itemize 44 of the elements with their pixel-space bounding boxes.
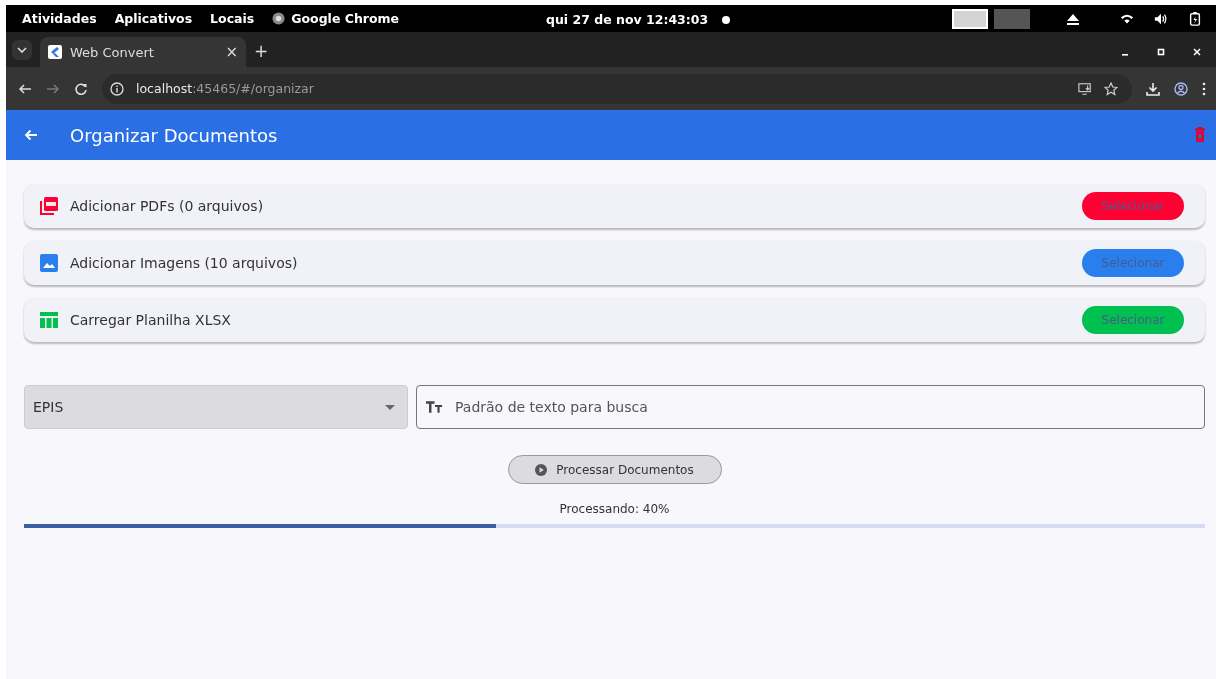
battery-icon[interactable] xyxy=(1188,11,1202,26)
profile-icon[interactable] xyxy=(1174,81,1188,96)
image-icon xyxy=(40,254,58,272)
process-button[interactable]: Processar Documentos xyxy=(507,455,722,484)
pdf-icon xyxy=(40,197,58,215)
app-name[interactable]: Google Chrome xyxy=(291,11,400,26)
text-size-icon xyxy=(426,400,443,414)
caret-icon xyxy=(385,404,395,410)
back-icon[interactable] xyxy=(18,81,32,96)
install-app-icon[interactable] xyxy=(1078,81,1092,96)
chevron-icon xyxy=(17,47,27,53)
card-label: Adicionar Imagens (10 arquivos) xyxy=(70,255,298,271)
close-tab-button[interactable]: × xyxy=(225,43,238,61)
dot-icon xyxy=(722,15,731,24)
close-icon[interactable] xyxy=(1192,47,1202,57)
top-bar-menu[interactable]: Locais xyxy=(210,11,255,26)
info-icon[interactable] xyxy=(110,81,124,96)
maximize-icon[interactable] xyxy=(1156,47,1166,57)
play-icon xyxy=(535,463,548,476)
reload-icon[interactable] xyxy=(74,81,88,96)
tab-search-button[interactable] xyxy=(12,40,32,60)
search-field[interactable]: Padrão de texto para busca xyxy=(416,385,1205,429)
volume-icon[interactable] xyxy=(1154,11,1168,26)
download-icon[interactable] xyxy=(1146,81,1160,96)
favicon-icon xyxy=(48,45,62,59)
page-title: Organizar Documentos xyxy=(70,124,278,146)
clock[interactable]: qui 27 de nov 12:43:03 xyxy=(546,12,709,27)
workspace-thumbnail[interactable] xyxy=(952,8,988,29)
new-tab-button[interactable]: + xyxy=(254,41,269,61)
top-bar-menu[interactable]: Atividades xyxy=(22,11,97,26)
forward-icon[interactable] xyxy=(46,81,60,96)
app-icon xyxy=(272,12,286,25)
top-bar-menu[interactable]: Aplicativos xyxy=(114,11,193,26)
browser-tab[interactable]: Web Convert × xyxy=(40,37,246,67)
card-label: Adicionar PDFs (0 arquivos) xyxy=(70,198,264,214)
back-icon[interactable] xyxy=(24,128,38,142)
dropdown-field[interactable]: EPIS xyxy=(24,385,408,429)
progress-label: Processando: 40% xyxy=(559,502,670,516)
workspace-thumbnail[interactable] xyxy=(994,8,1030,29)
star-icon[interactable] xyxy=(1104,81,1118,96)
card-label: Carregar Planilha XLSX xyxy=(70,312,231,328)
menu-icon[interactable] xyxy=(1202,81,1206,96)
table-icon xyxy=(40,311,58,329)
address-bar[interactable]: localhost:45465/#/organizar xyxy=(102,73,1132,104)
